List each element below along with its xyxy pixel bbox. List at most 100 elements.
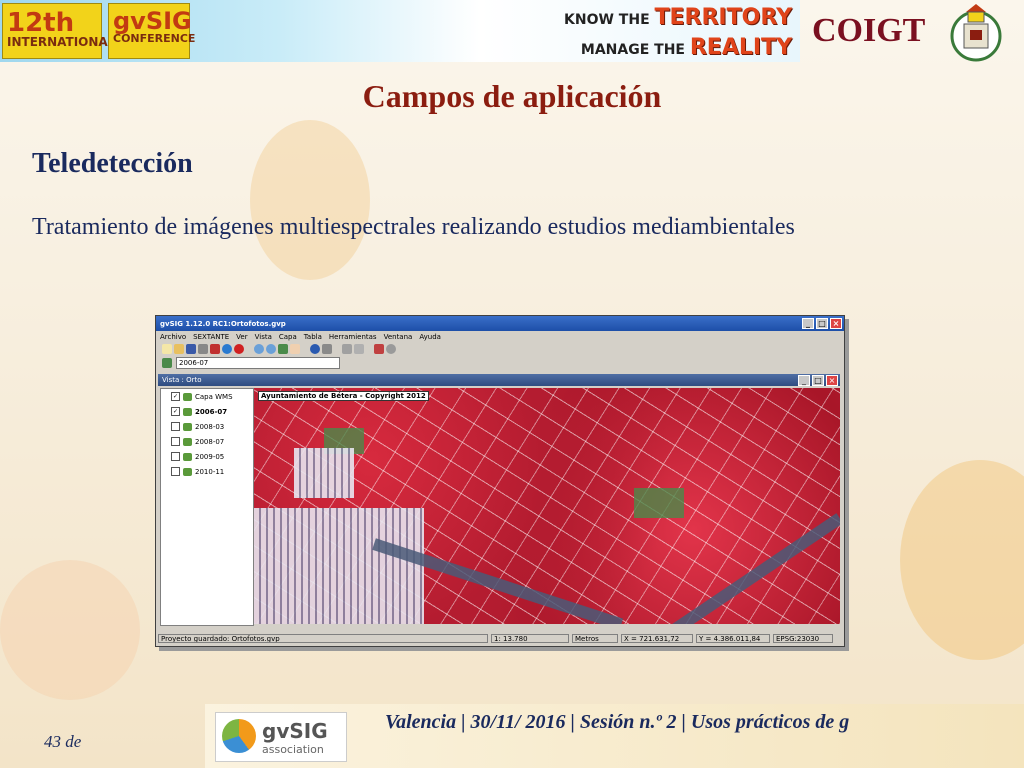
raster-layer-icon — [162, 358, 172, 368]
window-titlebar: gvSIG 1.12.0 RC1:Ortofotos.gvp _ □ × — [156, 316, 844, 331]
menu-bar: Archivo SEXTANTE Ver Vista Capa Tabla He… — [156, 331, 844, 342]
footer-text: Valencia | 30/11/ 2016 | Sesión n.º 2 | … — [385, 711, 850, 733]
tagline-manage: MANAGE THE — [580, 42, 685, 58]
menu-herramientas[interactable]: Herramientas — [329, 333, 377, 341]
layer-label: 2008-07 — [195, 437, 225, 446]
status-units[interactable]: Metros — [572, 634, 618, 643]
view-close-icon[interactable]: × — [826, 374, 838, 386]
layer-item[interactable]: 2009-05 — [161, 449, 253, 464]
slide-body: Tratamiento de imágenes multiespectrales… — [32, 214, 795, 240]
print-icon[interactable] — [198, 344, 208, 354]
view-title: Vista : Orto — [162, 376, 202, 384]
urban-area — [254, 508, 424, 624]
slide-title: Campos de aplicación — [362, 78, 662, 114]
search-icon[interactable] — [386, 344, 396, 354]
status-x: X = 721.631,72 — [621, 634, 693, 643]
layer-icon — [183, 407, 192, 416]
menu-ventana[interactable]: Ventana — [384, 333, 413, 341]
crest-icon — [950, 4, 1002, 62]
view-maximize-icon[interactable]: □ — [812, 374, 824, 386]
zoom-in-icon[interactable] — [254, 344, 264, 354]
gvsig-window: gvSIG 1.12.0 RC1:Ortofotos.gvp _ □ × Arc… — [155, 315, 845, 647]
12th-international-badge: 12th INTERNATIONAL — [2, 3, 116, 59]
pan-icon[interactable] — [290, 344, 300, 354]
info-icon[interactable] — [310, 344, 320, 354]
close-icon[interactable]: × — [830, 318, 842, 329]
menu-vista[interactable]: Vista — [255, 333, 272, 341]
minimize-icon[interactable]: _ — [802, 318, 814, 329]
layer-item[interactable]: 2008-07 — [161, 434, 253, 449]
tagline-territory: TERRITORY — [654, 5, 792, 30]
map-canvas[interactable]: Ayuntamiento de Bétera - Copyright 2012 — [254, 388, 840, 624]
layer-combo-row: 2006-07 — [156, 356, 844, 370]
layer-icon — [183, 452, 192, 461]
tagline: KNOW THE TERRITORY MANAGE THE REALITY — [564, 4, 792, 62]
menu-sextante[interactable]: SEXTANTE — [193, 333, 229, 341]
gvsig-association-logo: gvSIG association — [215, 712, 347, 762]
status-crs: EPSG:23030 — [773, 634, 833, 643]
background-figure — [0, 560, 140, 700]
layer-item[interactable]: ✓ Capa WMS — [161, 389, 253, 404]
menu-archivo[interactable]: Archivo — [160, 333, 186, 341]
layer-checkbox[interactable]: ✓ — [171, 407, 180, 416]
stop-icon[interactable] — [234, 344, 244, 354]
menu-capa[interactable]: Capa — [279, 333, 297, 341]
view-minimize-icon[interactable]: _ — [798, 374, 810, 386]
gvsig-logo-icon — [222, 719, 256, 753]
measure-icon[interactable] — [322, 344, 332, 354]
layer-combo[interactable]: 2006-07 — [176, 357, 340, 369]
status-bar: Proyecto guardado: Ortofotos.gvp 1: 13.7… — [158, 633, 840, 644]
river-channel — [670, 513, 840, 624]
layer-item[interactable]: ✓ 2006-07 — [161, 404, 253, 419]
select-icon[interactable] — [342, 344, 352, 354]
zoom-extent-icon[interactable] — [278, 344, 288, 354]
org-name: COIGT — [812, 12, 926, 49]
logo-subtitle: association — [262, 743, 324, 756]
vegetation-patch — [634, 488, 684, 518]
open-icon[interactable] — [174, 344, 184, 354]
conference-banner: 12th INTERNATIONAL gvSIG CONFERENCE KNOW… — [0, 0, 800, 62]
tagline-reality: REALITY — [689, 35, 792, 60]
layer-label: 2008-03 — [195, 422, 225, 431]
layer-item[interactable]: 2008-03 — [161, 419, 253, 434]
layer-checkbox[interactable] — [171, 437, 180, 446]
badge-gvsig-line2: CONFERENCE — [113, 32, 196, 45]
layer-label: Capa WMS — [195, 392, 233, 401]
main-toolbar — [156, 342, 844, 356]
logo-name: gvSIG — [262, 719, 328, 743]
status-message: Proyecto guardado: Ortofotos.gvp — [158, 634, 488, 643]
status-scale[interactable]: 1: 13.780 — [491, 634, 569, 643]
help-icon[interactable] — [222, 344, 232, 354]
raster-icon[interactable] — [374, 344, 384, 354]
menu-tabla[interactable]: Tabla — [304, 333, 322, 341]
edit-icon[interactable] — [354, 344, 364, 354]
background-figure — [250, 120, 370, 280]
layer-checkbox[interactable] — [171, 452, 180, 461]
layer-icon — [183, 467, 192, 476]
layer-icon — [183, 437, 192, 446]
menu-ver[interactable]: Ver — [236, 333, 247, 341]
zoom-out-icon[interactable] — [266, 344, 276, 354]
status-y: Y = 4.386.011,84 — [696, 634, 770, 643]
layer-label: 2010-11 — [195, 467, 225, 476]
badge-12-line2: INTERNATIONAL — [7, 35, 116, 49]
layer-item[interactable]: 2010-11 — [161, 464, 253, 479]
layer-toc: ✓ Capa WMS ✓ 2006-07 2008-03 2008-07 2009-… — [160, 388, 254, 626]
save-icon[interactable] — [186, 344, 196, 354]
maximize-icon[interactable]: □ — [816, 318, 828, 329]
new-icon[interactable] — [162, 344, 172, 354]
window-title: gvSIG 1.12.0 RC1:Ortofotos.gvp — [160, 319, 286, 328]
urban-area — [294, 448, 354, 498]
layer-label: 2006-07 — [195, 407, 228, 416]
layer-checkbox[interactable]: ✓ — [171, 392, 180, 401]
background-figure — [900, 460, 1024, 660]
layer-checkbox[interactable] — [171, 422, 180, 431]
layer-add-icon[interactable] — [210, 344, 220, 354]
slide-subtitle: Teledetección — [32, 148, 193, 179]
menu-ayuda[interactable]: Ayuda — [419, 333, 441, 341]
layer-checkbox[interactable] — [171, 467, 180, 476]
gvsig-conference-badge: gvSIG CONFERENCE — [108, 3, 196, 59]
badge-12-line1: 12th — [7, 8, 75, 38]
tagline-know: KNOW THE — [564, 12, 650, 28]
view-titlebar: Vista : Orto _ □ × — [158, 374, 840, 386]
